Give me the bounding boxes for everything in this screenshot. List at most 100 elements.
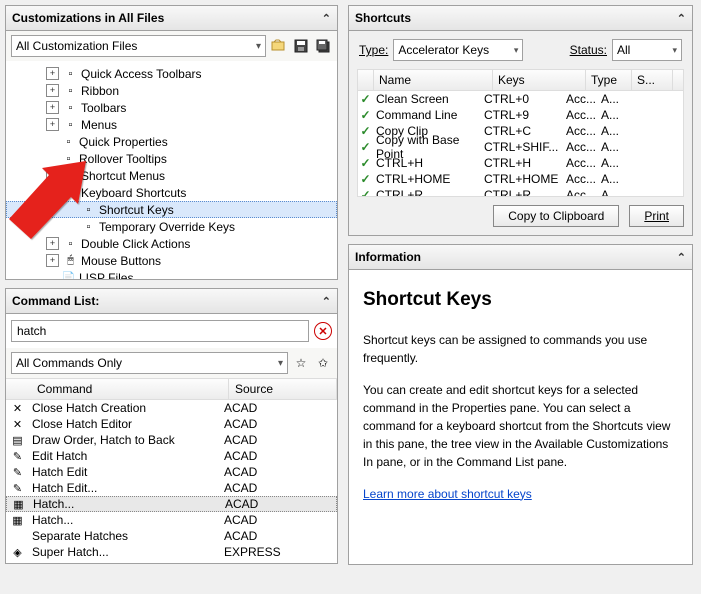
command-list-title: Command List: [12,294,322,308]
command-row[interactable]: ✎Hatch EditACAD [6,464,337,480]
status-dropdown[interactable]: All▾ [612,39,682,61]
spacer [66,204,77,215]
tree-item[interactable]: ▫Rollover Tooltips [6,150,337,167]
tree-item[interactable]: +▫Toolbars [6,99,337,116]
shortcut-type: Acc... [566,140,601,154]
collapse-icon[interactable]: ⌃ [677,12,686,25]
shortcuts-rows[interactable]: ✓Clean ScreenCTRL+0Acc...A...✓Command Li… [358,91,683,196]
spacer [46,272,57,279]
new-command-icon[interactable]: ✩ [314,354,332,372]
shortcut-keys: CTRL+R [484,188,566,196]
shortcuts-header: Shortcuts ⌃ [349,6,692,31]
shortcut-row[interactable]: ✓CTRL+RCTRL+RAcc...A... [358,187,683,196]
tree-item[interactable]: +▫Ribbon [6,82,337,99]
learn-more-link[interactable]: Learn more about shortcut keys [363,487,532,501]
chevron-down-icon: ▾ [672,45,677,56]
info-paragraph-1: Shortcut keys can be assigned to command… [363,331,678,367]
src-col-header[interactable]: S... [632,70,673,90]
expand-icon[interactable]: + [46,67,59,80]
command-icon: ✎ [6,450,29,463]
tree-item[interactable]: +▫Menus [6,116,337,133]
find-icon[interactable]: ☆ [292,354,310,372]
shortcut-type: Acc... [566,92,601,106]
command-row[interactable]: ▤Draw Order, Hatch to BackACAD [6,432,337,448]
tree-item-label: LISP Files [79,271,133,280]
command-row[interactable]: ▦Hatch...ACAD [6,496,337,512]
command-source: ACAD [224,449,337,463]
command-row[interactable]: Separate HatchesACAD [6,528,337,544]
collapse-icon[interactable]: ⌃ [322,12,331,25]
information-title: Information [355,250,677,264]
customizations-title: Customizations in All Files [12,11,322,25]
spacer [46,136,57,147]
check-icon: ✓ [358,156,373,170]
shortcut-row[interactable]: ✓CTRL+HOMECTRL+HOMEAcc...A... [358,171,683,187]
command-name: Hatch Edit... [29,481,224,495]
command-source: ACAD [224,401,337,415]
command-row[interactable]: ✎Hatch Edit...ACAD [6,480,337,496]
command-row[interactable]: ✕Close Hatch EditorACAD [6,416,337,432]
command-search-input[interactable] [11,320,309,342]
shortcut-row[interactable]: ✓Copy with Base PointCTRL+SHIF...Acc...A… [358,139,683,155]
command-source: ACAD [225,497,336,511]
expand-icon[interactable]: + [46,237,59,250]
collapse-icon[interactable]: ⌃ [677,251,686,264]
shortcut-source: A... [601,92,631,106]
command-name: Close Hatch Editor [29,417,224,431]
toolbar-icon: ▫ [63,100,78,115]
name-col-header[interactable]: Name [374,70,493,90]
command-list[interactable]: ✕Close Hatch CreationACAD✕Close Hatch Ed… [6,400,337,563]
tree-item[interactable]: −⌨Keyboard Shortcuts [6,184,337,201]
customization-tree[interactable]: +▫Quick Access Toolbars+▫Ribbon+▫Toolbar… [6,61,337,279]
command-icon: ▤ [6,434,29,447]
command-icon: ✕ [6,402,29,415]
tree-item[interactable]: +▫Double Click Actions [6,235,337,252]
expand-icon[interactable]: + [46,84,59,97]
shortcut-source: A... [601,108,631,122]
shortcut-row[interactable]: ✓CTRL+HCTRL+HAcc...A... [358,155,683,171]
save-icon[interactable] [292,37,310,55]
tree-item-label: Rollover Tooltips [79,152,167,166]
tree-item[interactable]: +▫Shortcut Menus [6,167,337,184]
type-col-header[interactable]: Type [586,70,632,90]
command-row[interactable]: ✎Edit HatchACAD [6,448,337,464]
shortcuts-panel: Shortcuts ⌃ Type: Accelerator Keys▾ Stat… [348,5,693,236]
command-row[interactable]: ✕Close Hatch CreationACAD [6,400,337,416]
source-col-header[interactable]: Source [229,379,337,399]
custom-files-dropdown[interactable]: All Customization Files ▾ [11,35,266,57]
tree-item[interactable]: 📄LISP Files [6,269,337,279]
shortcut-name: CTRL+R [373,188,484,196]
tree-item[interactable]: ▫Shortcut Keys [6,201,337,218]
shortcut-row[interactable]: ✓Clean ScreenCTRL+0Acc...A... [358,91,683,107]
status-label: Status: [570,43,607,57]
expand-icon[interactable]: + [46,254,59,267]
command-source: ACAD [224,417,337,431]
tree-item[interactable]: ▫Quick Properties [6,133,337,150]
command-row[interactable]: ◈Super Hatch...EXPRESS [6,544,337,560]
command-col-header[interactable]: Command [31,379,229,399]
check-icon: ✓ [358,188,373,196]
clear-search-icon[interactable]: ✕ [314,322,332,340]
expand-icon[interactable]: + [46,101,59,114]
tree-item[interactable]: ▫Temporary Override Keys [6,218,337,235]
keys-col-header[interactable]: Keys [493,70,586,90]
tree-item[interactable]: +▫Quick Access Toolbars [6,65,337,82]
tree-item-label: Shortcut Keys [99,203,174,217]
tree-item[interactable]: +🖱Mouse Buttons [6,252,337,269]
expand-icon[interactable]: + [46,169,59,182]
shortcut-source: A... [601,140,631,154]
print-button[interactable]: Print [629,205,684,227]
shortcut-row[interactable]: ✓Command LineCTRL+9Acc...A... [358,107,683,123]
command-filter-dropdown[interactable]: All Commands Only ▾ [11,352,288,374]
expand-icon[interactable]: + [46,118,59,131]
tok-icon: ▫ [81,219,96,234]
collapse-icon[interactable]: ⌃ [322,295,331,308]
save-all-icon[interactable] [314,37,332,55]
copy-to-clipboard-button[interactable]: Copy to Clipboard [493,205,619,227]
collapse-icon[interactable]: − [46,186,59,199]
tree-item-label: Keyboard Shortcuts [81,186,186,200]
command-row[interactable]: ▦Hatch...ACAD [6,512,337,528]
open-file-icon[interactable] [270,37,288,55]
type-dropdown[interactable]: Accelerator Keys▾ [393,39,523,61]
spacer [66,221,77,232]
